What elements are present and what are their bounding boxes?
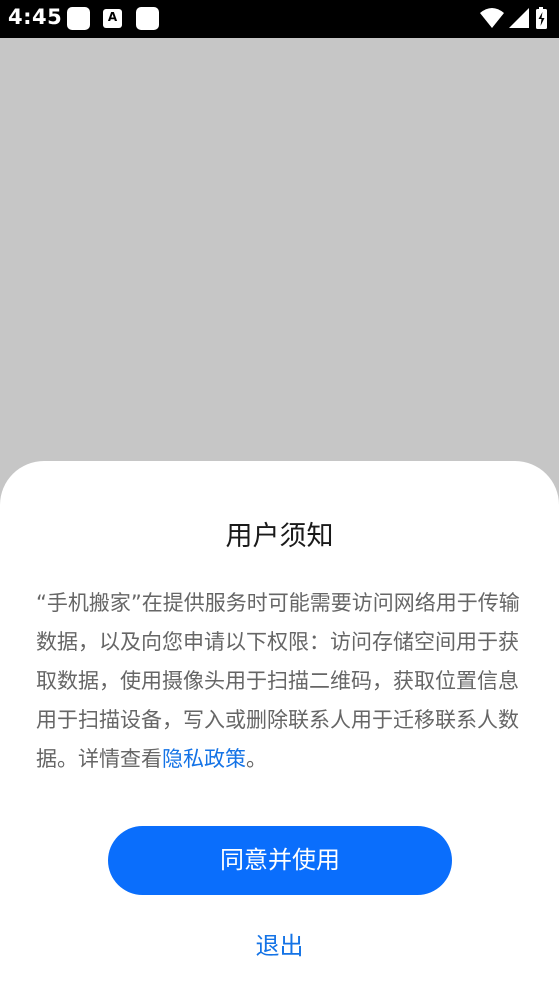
app-notification-icon <box>136 7 159 30</box>
status-bar: 4:45 A <box>0 0 559 38</box>
privacy-policy-link[interactable]: 隐私政策 <box>162 747 246 771</box>
dialog-title: 用户须知 <box>225 521 334 552</box>
cellular-signal-icon <box>509 8 529 28</box>
wifi-icon <box>480 8 504 28</box>
battery-icon <box>536 7 547 29</box>
dialog-body: “手机搬家”在提供服务时可能需要访问网络用于传输数据，以及向您申请以下权限：访问… <box>36 584 523 779</box>
app-notification-icon <box>67 7 90 30</box>
dialog-body-suffix: 。 <box>246 747 267 771</box>
system-status-icons <box>479 6 553 32</box>
agree-and-use-button[interactable]: 同意并使用 <box>108 826 452 895</box>
status-time: 4:45 <box>8 5 63 29</box>
font-a-glyph: A <box>107 10 118 24</box>
exit-button[interactable]: 退出 <box>0 926 559 961</box>
dialog-body-text: “手机搬家”在提供服务时可能需要访问网络用于传输数据，以及向您申请以下权限：访问… <box>36 591 520 771</box>
font-a-icon: A <box>103 9 122 28</box>
user-notice-dialog: 用户须知 “手机搬家”在提供服务时可能需要访问网络用于传输数据，以及向您申请以下… <box>0 461 559 1004</box>
